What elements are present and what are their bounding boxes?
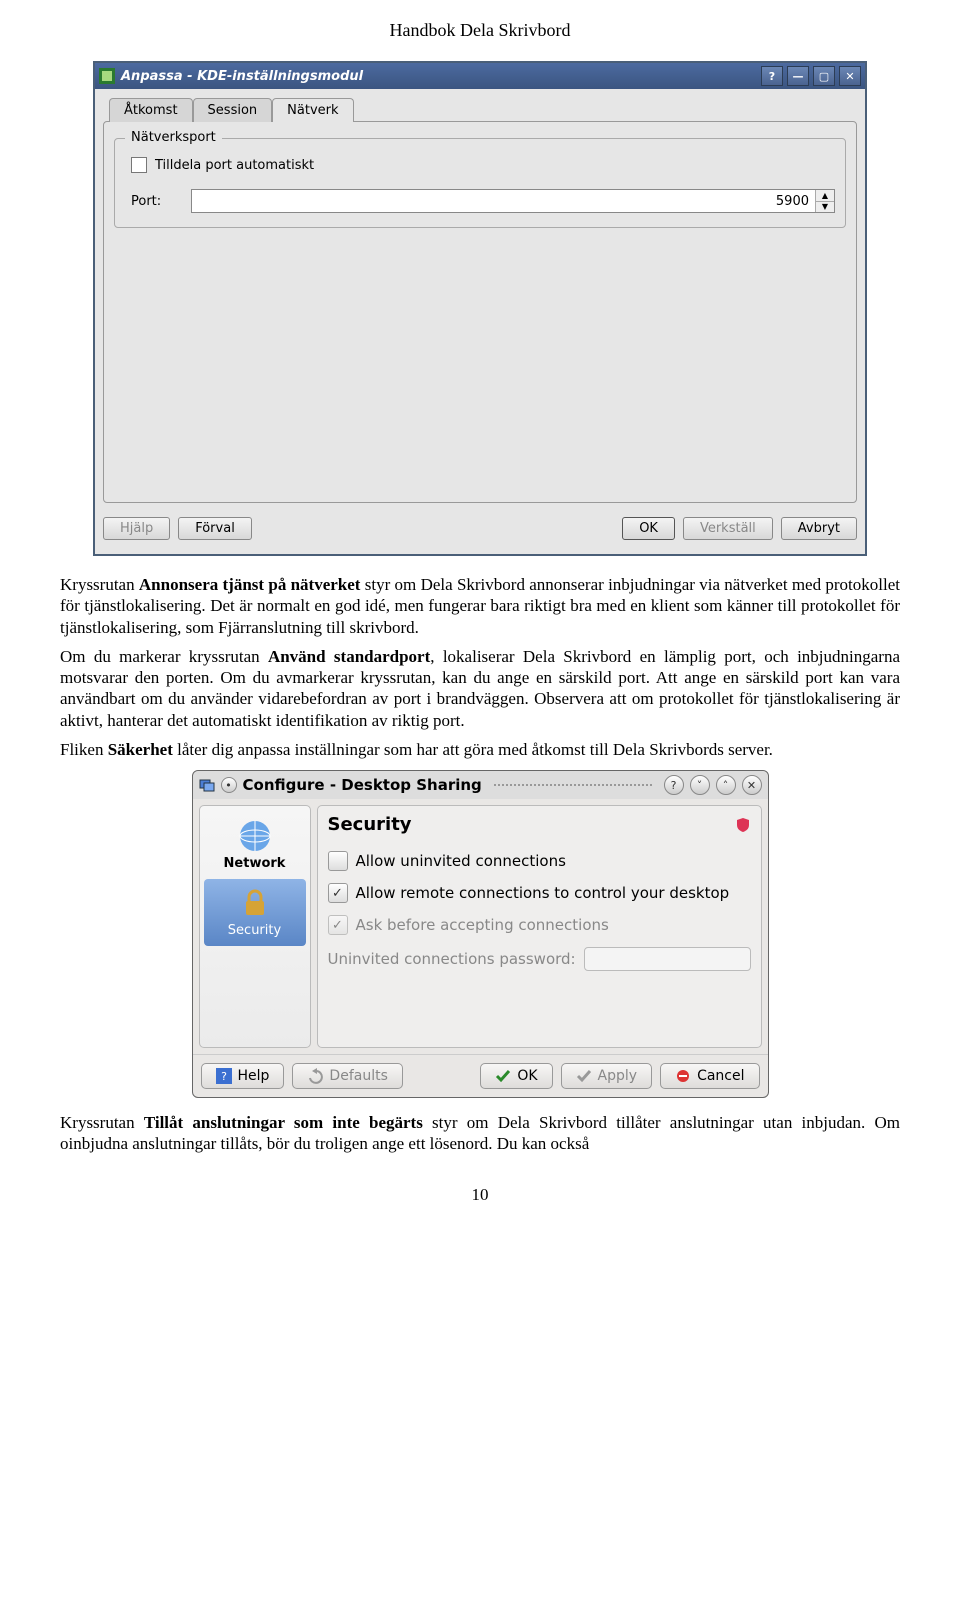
maximize-icon[interactable]: ▢ bbox=[813, 66, 835, 86]
cancel-button[interactable]: Cancel bbox=[660, 1063, 759, 1089]
window-title: Anpassa - KDE-inställningsmodul bbox=[121, 69, 363, 84]
port-input[interactable] bbox=[192, 190, 815, 212]
auto-port-checkbox[interactable] bbox=[131, 157, 147, 173]
configure-desktop-sharing-window: • Configure - Desktop Sharing ? ˅ ˄ ✕ Ne… bbox=[192, 770, 769, 1098]
help-button[interactable]: ? Help bbox=[201, 1063, 285, 1089]
page-title: Handbok Dela Skrivbord bbox=[60, 20, 900, 41]
minimize-icon[interactable]: ˅ bbox=[690, 775, 710, 795]
apply-button[interactable]: Apply bbox=[561, 1063, 653, 1089]
help-button-icon[interactable]: ? bbox=[761, 66, 783, 86]
password-field bbox=[584, 947, 751, 971]
auto-port-label: Tilldela port automatiskt bbox=[155, 158, 314, 173]
help-icon: ? bbox=[216, 1068, 232, 1084]
minimize-icon[interactable]: — bbox=[787, 66, 809, 86]
shield-icon bbox=[735, 817, 751, 833]
network-port-group: Nätverksport Tilldela port automatiskt P… bbox=[114, 138, 846, 228]
tab-network[interactable]: Nätverk bbox=[272, 98, 353, 122]
undo-icon bbox=[307, 1068, 323, 1084]
titlebar[interactable]: Anpassa - KDE-inställningsmodul ? — ▢ ✕ bbox=[95, 63, 865, 89]
spin-down-icon[interactable]: ▼ bbox=[816, 202, 834, 213]
panel-title: Security bbox=[328, 814, 412, 835]
security-panel: Security Allow uninvited connections ✓ A… bbox=[317, 805, 762, 1048]
sidebar-item-label: Security bbox=[228, 923, 281, 938]
paragraph: Fliken Säkerhet låter dig anpassa instäl… bbox=[60, 739, 900, 760]
allow-remote-control-label: Allow remote connections to control your… bbox=[356, 884, 730, 902]
allow-uninvited-label: Allow uninvited connections bbox=[356, 852, 566, 870]
globe-icon bbox=[237, 818, 273, 854]
ok-icon bbox=[495, 1068, 511, 1084]
defaults-button[interactable]: Defaults bbox=[292, 1063, 402, 1089]
titlebar[interactable]: • Configure - Desktop Sharing ? ˅ ˄ ✕ bbox=[193, 771, 768, 799]
window-title: Configure - Desktop Sharing bbox=[243, 776, 482, 794]
sidebar: Network Security bbox=[199, 805, 311, 1048]
sidebar-item-network[interactable]: Network bbox=[200, 812, 310, 879]
defaults-button[interactable]: Förval bbox=[178, 517, 252, 540]
allow-uninvited-checkbox[interactable] bbox=[328, 851, 348, 871]
help-button-icon[interactable]: ? bbox=[664, 775, 684, 795]
tab-access[interactable]: Åtkomst bbox=[109, 98, 193, 122]
window-icon bbox=[99, 68, 115, 84]
group-title: Nätverksport bbox=[125, 130, 222, 145]
paragraph: Kryssrutan Tillåt anslutningar som inte … bbox=[60, 1112, 900, 1155]
kde-settings-window: Anpassa - KDE-inställningsmodul ? — ▢ ✕ … bbox=[93, 61, 867, 556]
paragraph: Kryssrutan Annonsera tjänst på nätverket… bbox=[60, 574, 900, 638]
sidebar-item-security[interactable]: Security bbox=[204, 879, 306, 946]
ask-before-checkbox: ✓ bbox=[328, 915, 348, 935]
port-label: Port: bbox=[131, 194, 191, 209]
sidebar-item-label: Network bbox=[224, 856, 286, 871]
titlebar-decoration bbox=[494, 784, 652, 786]
page-number: 10 bbox=[60, 1185, 900, 1205]
port-field[interactable]: ▲ ▼ bbox=[191, 189, 835, 213]
tabs: Åtkomst Session Nätverk bbox=[103, 97, 857, 121]
apply-button[interactable]: Verkställ bbox=[683, 517, 773, 540]
svg-text:?: ? bbox=[221, 1070, 227, 1083]
password-label: Uninvited connections password: bbox=[328, 950, 576, 968]
lock-icon bbox=[237, 885, 273, 921]
close-icon[interactable]: ✕ bbox=[742, 775, 762, 795]
allow-remote-control-checkbox[interactable]: ✓ bbox=[328, 883, 348, 903]
help-button[interactable]: Hjälp bbox=[103, 517, 170, 540]
cancel-button[interactable]: Avbryt bbox=[781, 517, 857, 540]
apply-icon bbox=[576, 1068, 592, 1084]
close-icon[interactable]: ✕ bbox=[839, 66, 861, 86]
network-tab-panel: Nätverksport Tilldela port automatiskt P… bbox=[103, 121, 857, 503]
ok-button[interactable]: OK bbox=[622, 517, 675, 540]
cancel-icon bbox=[675, 1068, 691, 1084]
window-icon bbox=[199, 777, 215, 793]
tab-session[interactable]: Session bbox=[193, 98, 273, 122]
spin-up-icon[interactable]: ▲ bbox=[816, 190, 834, 202]
ok-button[interactable]: OK bbox=[480, 1063, 552, 1089]
maximize-icon[interactable]: ˄ bbox=[716, 775, 736, 795]
pin-icon[interactable]: • bbox=[221, 777, 237, 793]
ask-before-label: Ask before accepting connections bbox=[356, 916, 609, 934]
paragraph: Om du markerar kryssrutan Använd standar… bbox=[60, 646, 900, 731]
